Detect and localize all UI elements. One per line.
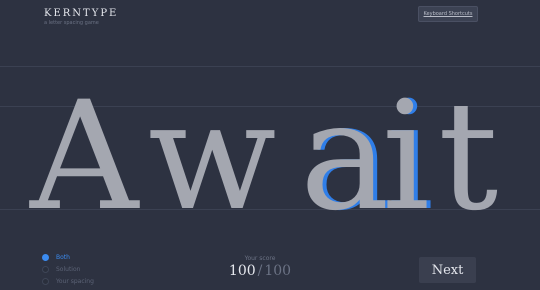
legend-item-solution[interactable]: Solution: [42, 263, 94, 275]
letter-w[interactable]: w: [148, 70, 276, 244]
kerning-word-area: a i A w a i t: [0, 0, 540, 290]
next-button-label: Next: [431, 262, 464, 278]
view-mode-legend: Both Solution Your spacing: [42, 251, 94, 287]
radio-dot-icon: [42, 253, 49, 261]
legend-label: Solution: [56, 265, 81, 273]
score-separator: /: [257, 263, 263, 279]
letter-a[interactable]: a: [300, 70, 389, 244]
legend-item-your-spacing[interactable]: Your spacing: [42, 275, 94, 287]
radio-dot-icon: [42, 265, 49, 273]
word-canvas: a i A w a i t: [29, 70, 498, 244]
score-value: 100: [228, 263, 256, 279]
radio-dot-icon: [42, 277, 49, 285]
legend-item-both[interactable]: Both: [42, 251, 94, 263]
score-label: Your score: [244, 255, 276, 262]
legend-label: Both: [56, 253, 70, 261]
next-button[interactable]: Next: [419, 257, 476, 283]
letter-A[interactable]: A: [29, 70, 140, 244]
score-value-row: 100/100: [200, 263, 320, 279]
letter-t[interactable]: t: [438, 70, 498, 244]
score-total: 100: [264, 263, 292, 279]
letter-i[interactable]: i: [382, 70, 430, 244]
score-panel: Your score 100/100: [200, 255, 320, 279]
legend-label: Your spacing: [56, 277, 94, 285]
